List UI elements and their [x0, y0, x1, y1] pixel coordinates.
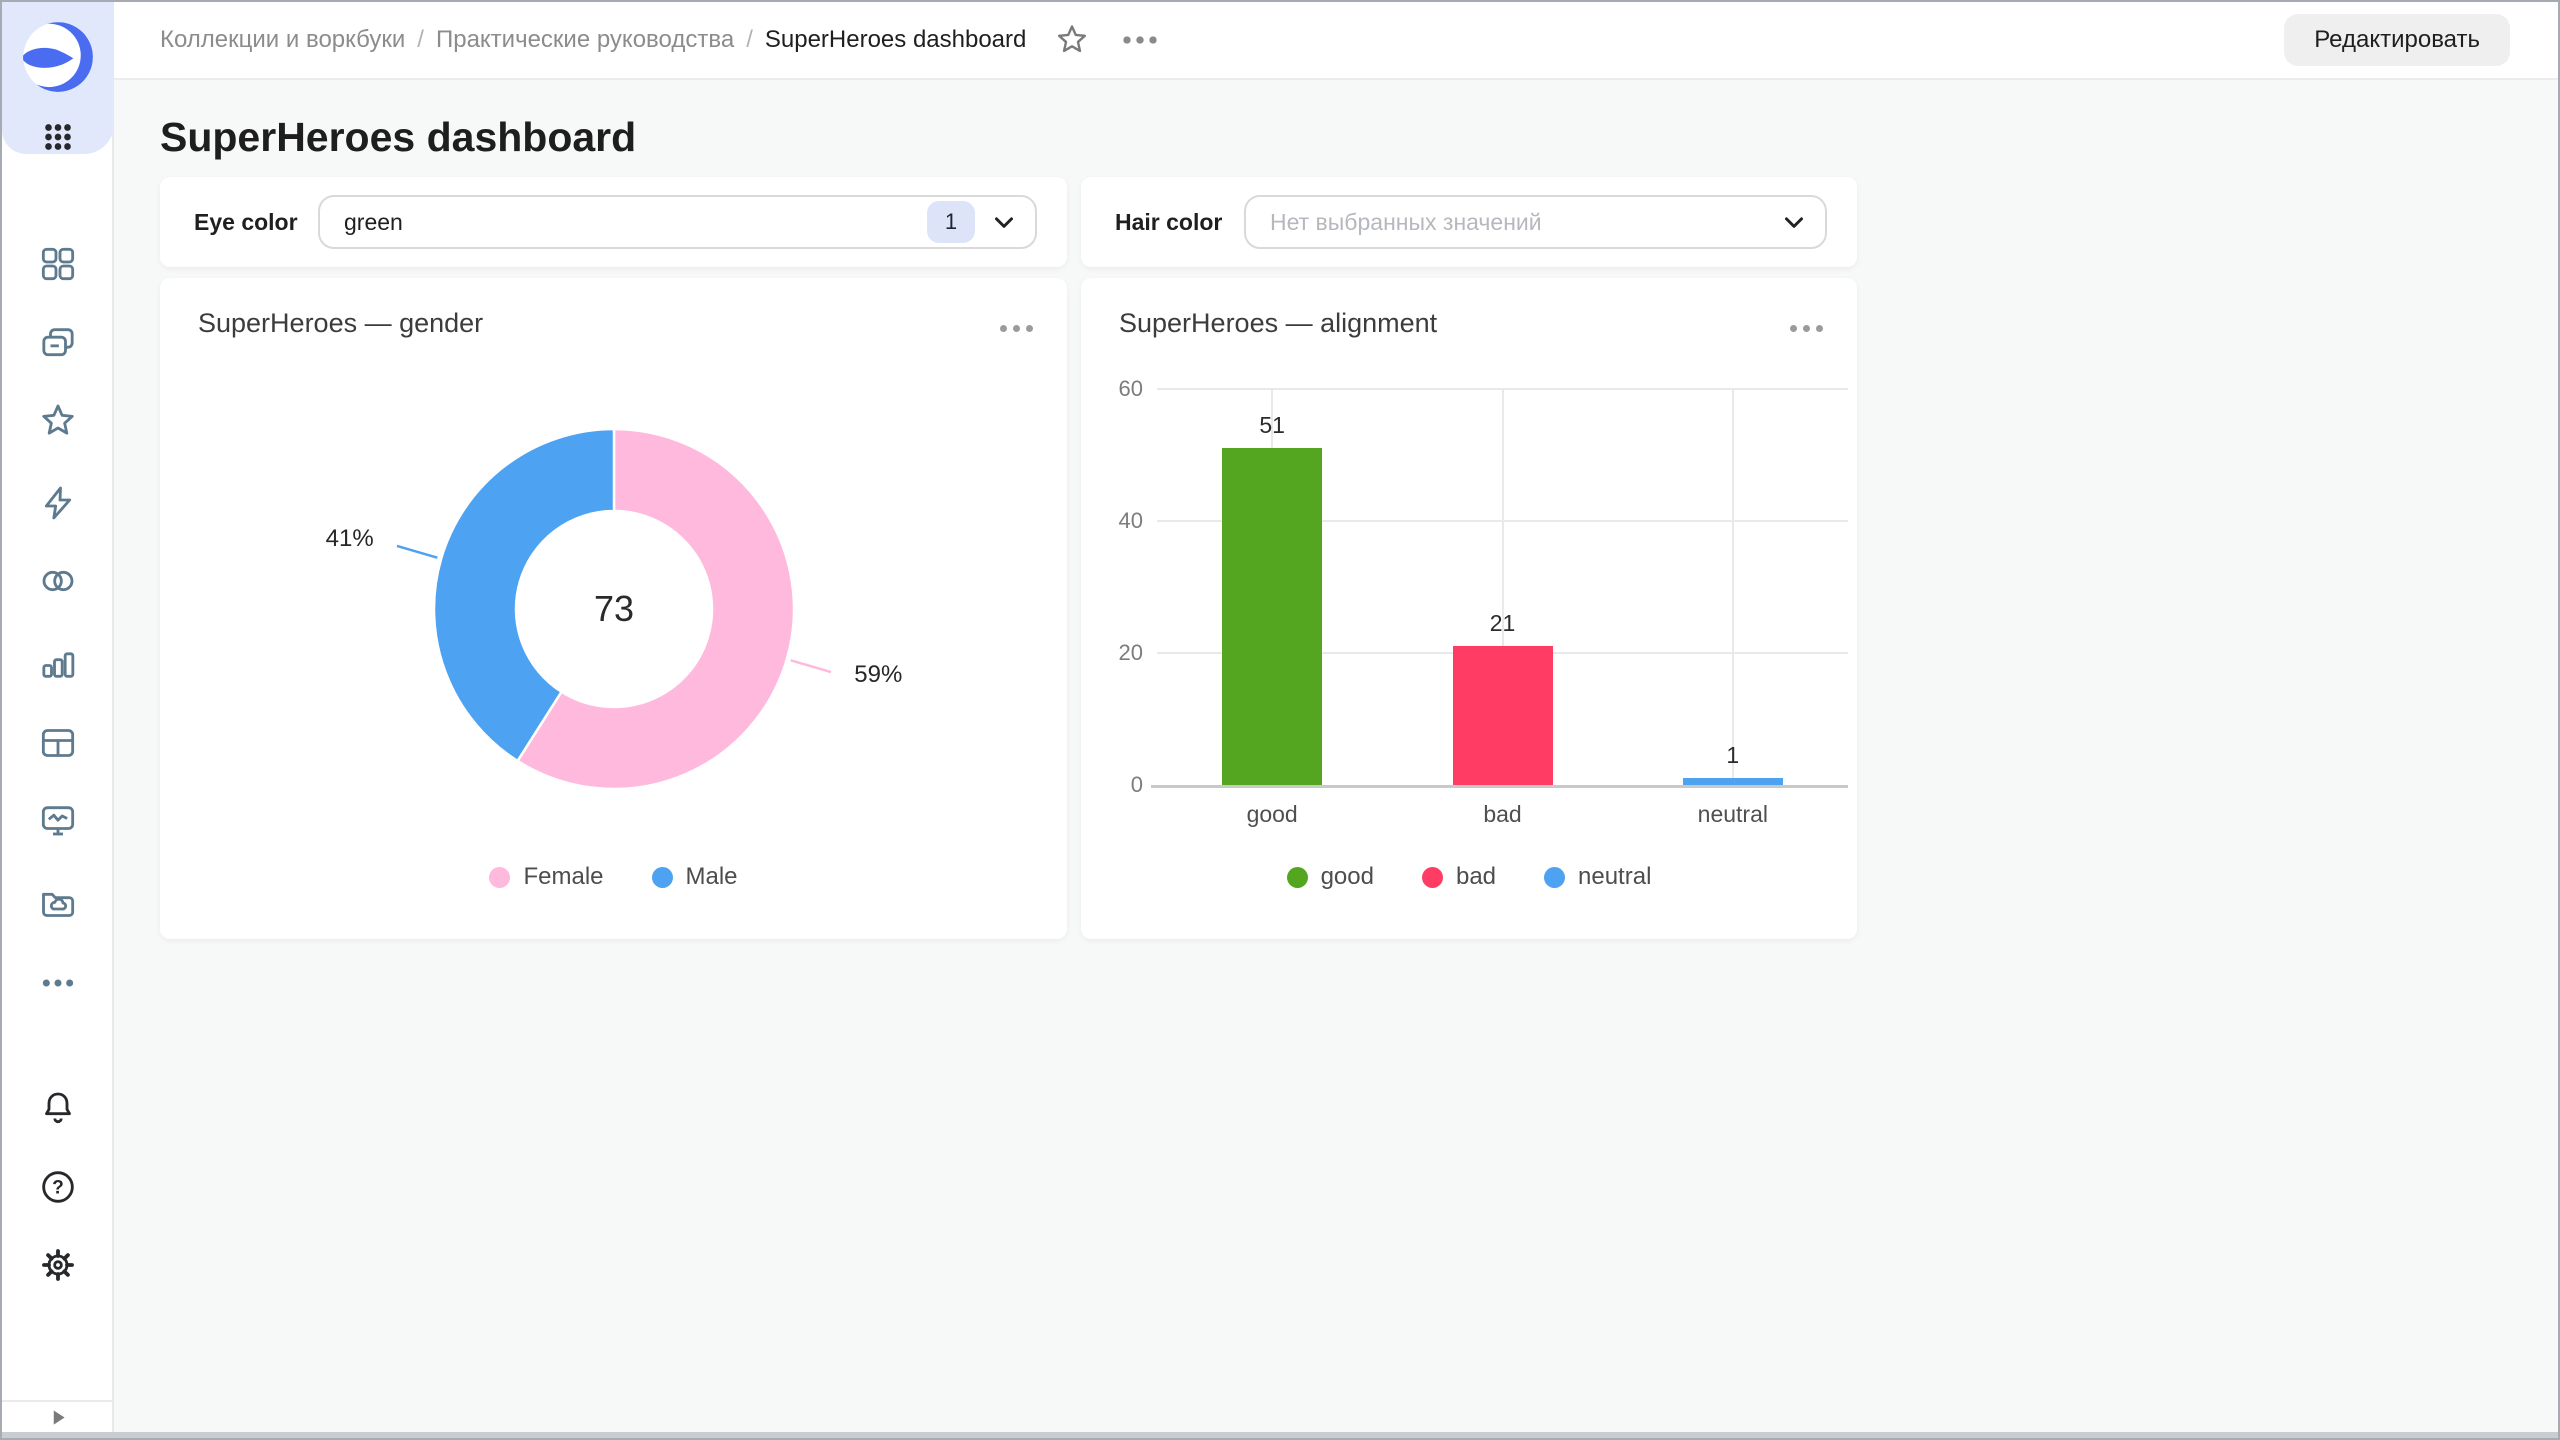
expand-sidebar-icon[interactable] [37, 1402, 77, 1432]
sidebar-item-more-icon[interactable] [35, 960, 81, 1006]
bar-value-label: 1 [1726, 742, 1740, 768]
gridline-x [1731, 389, 1734, 785]
selected-count-badge: 1 [927, 201, 975, 243]
bar[interactable] [1222, 448, 1323, 785]
page-title: SuperHeroes dashboard [160, 114, 637, 160]
sidebar-brand-area [2, 2, 114, 154]
sidebar: ? [2, 2, 114, 1438]
settings-gear-icon[interactable] [35, 1242, 81, 1288]
sidebar-item-storage[interactable] [35, 880, 81, 926]
breadcrumb-item[interactable]: SuperHeroes dashboard [765, 26, 1027, 54]
filter-hair-color: Hair color Нет выбранных значений [1081, 177, 1857, 267]
sidebar-item-tables[interactable] [35, 720, 81, 766]
x-axis-category-label: good [1246, 801, 1298, 827]
y-axis-tick-label: 20 [1118, 640, 1143, 665]
sidebar-footer [2, 1400, 112, 1432]
breadcrumb-item[interactable]: Коллекции и воркбуки [160, 26, 405, 54]
bar-value-label: 51 [1259, 412, 1285, 438]
sidebar-item-collections[interactable] [35, 320, 81, 366]
y-axis-tick-label: 40 [1118, 508, 1143, 533]
bar[interactable] [1682, 778, 1783, 785]
legend-label: Female [523, 863, 604, 890]
bar-value-label: 21 [1489, 610, 1516, 636]
legend-label: Male [685, 863, 738, 890]
help-icon[interactable]: ? [35, 1164, 81, 1210]
breadcrumb-item[interactable]: Практические руководства [436, 26, 734, 54]
legend-marker [1286, 866, 1308, 888]
datalens-logo-icon[interactable] [19, 18, 97, 96]
x-axis-line [1151, 785, 1848, 788]
top-header: Коллекции и воркбуки / Практические руково… [114, 2, 2558, 80]
pie-percent-label: 59% [854, 661, 903, 689]
window-bottom-edge [2, 1432, 2558, 1438]
legend-label: neutral [1578, 863, 1652, 890]
eye-color-select[interactable]: green 1 [318, 195, 1037, 249]
sidebar-item-datasets[interactable] [35, 558, 81, 604]
chevron-down-icon [989, 207, 1019, 237]
donut-chart: 73 59% 41% [160, 278, 1067, 939]
legend-item[interactable]: good [1286, 863, 1374, 891]
sidebar-item-dashboards[interactable] [35, 241, 81, 287]
legend-item[interactable]: neutral [1544, 863, 1651, 891]
pie-label-line [396, 544, 438, 559]
donut-center-value: 73 [593, 588, 635, 629]
breadcrumb-separator: / [417, 26, 424, 53]
legend-marker [1544, 866, 1566, 888]
breadcrumb-separator: / [746, 26, 753, 53]
legend-marker [1421, 866, 1443, 888]
chart-card-gender: SuperHeroes — gender 73 59% 41% Female Ma… [160, 278, 1067, 939]
filter-label: Eye color [194, 208, 298, 235]
chevron-down-icon [1779, 207, 1809, 237]
datalens-dashboard-window: ? Коллекции и воркбуки / Практические руко… [0, 0, 2560, 1440]
legend-item[interactable]: Male [651, 863, 738, 891]
pie-percent-label: 41% [325, 524, 374, 552]
legend-label: bad [1455, 863, 1497, 890]
filter-eye-color: Eye color green 1 [160, 177, 1067, 267]
chart-legend: Female Male [160, 863, 1067, 891]
sidebar-item-favorites[interactable] [35, 398, 81, 444]
sidebar-item-editor[interactable] [35, 480, 81, 526]
hair-color-select[interactable]: Нет выбранных значений [1244, 195, 1827, 249]
y-axis-tick-label: 60 [1118, 376, 1143, 401]
sidebar-item-monitoring[interactable] [35, 798, 81, 844]
legend-item[interactable]: bad [1421, 863, 1497, 891]
legend-item[interactable]: Female [489, 863, 604, 891]
sidebar-item-charts[interactable] [35, 640, 81, 686]
favorite-star-icon[interactable] [1050, 18, 1094, 62]
breadcrumb-more-icon[interactable] [1116, 18, 1164, 62]
select-placeholder: Нет выбранных значений [1270, 208, 1542, 235]
edit-button[interactable]: Редактировать [2284, 14, 2510, 66]
x-axis-category-label: bad [1483, 801, 1522, 827]
legend-marker [651, 866, 673, 888]
legend-marker [489, 866, 511, 888]
bar[interactable] [1452, 646, 1553, 785]
chart-legend: good bad neutral [1081, 863, 1857, 891]
filter-label: Hair color [1115, 208, 1223, 235]
legend-label: good [1320, 863, 1374, 890]
y-axis-tick-label: 0 [1130, 772, 1143, 797]
pie-label-line [790, 659, 832, 674]
bar-chart: 0 20 40 60 51 good 21 bad 1 neutral [1081, 278, 1857, 939]
x-axis-category-label: neutral [1697, 801, 1768, 827]
apps-grid-icon[interactable] [36, 115, 80, 159]
select-value: green [344, 208, 403, 235]
breadcrumb: Коллекции и воркбуки / Практические руково… [160, 26, 1026, 54]
svg-text:?: ? [52, 1178, 64, 1199]
chart-card-alignment: SuperHeroes — alignment 0 20 40 60 51 good 21 b… [1081, 278, 1857, 939]
dashboard-content: SuperHeroes dashboard Eye color green 1 … [114, 80, 2558, 1432]
notifications-bell-icon[interactable] [35, 1084, 81, 1130]
